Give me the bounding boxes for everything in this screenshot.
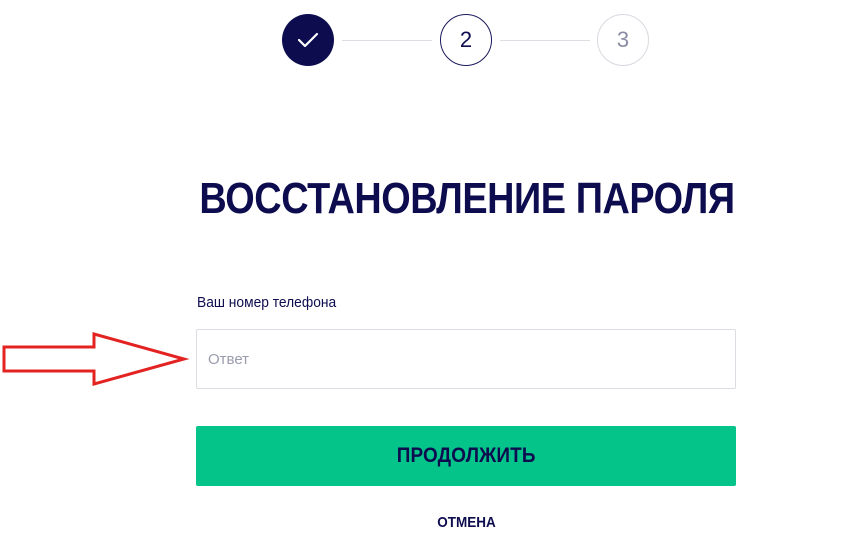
continue-button[interactable]: ПРОДОЛЖИТЬ bbox=[196, 426, 736, 486]
step-number: 2 bbox=[459, 27, 473, 52]
phone-input[interactable] bbox=[196, 329, 736, 389]
step-1-completed bbox=[282, 14, 334, 66]
right-arrow-icon bbox=[2, 332, 190, 386]
phone-label: Ваш номер телефона bbox=[197, 294, 337, 311]
check-icon bbox=[297, 32, 319, 48]
cancel-link[interactable]: ОТМЕНА bbox=[196, 514, 736, 531]
cancel-link-label: ОТМЕНА bbox=[436, 514, 496, 531]
continue-button-label: ПРОДОЛЖИТЬ bbox=[396, 444, 536, 467]
page-title: ВОССТАНОВЛЕНИЕ ПАРОЛЯ bbox=[199, 174, 735, 223]
step-number: 3 bbox=[616, 27, 630, 52]
stepper-connector bbox=[342, 40, 432, 41]
stepper-connector bbox=[500, 40, 590, 41]
step-3-upcoming: 3 bbox=[597, 14, 649, 66]
step-2-current: 2 bbox=[440, 14, 492, 66]
